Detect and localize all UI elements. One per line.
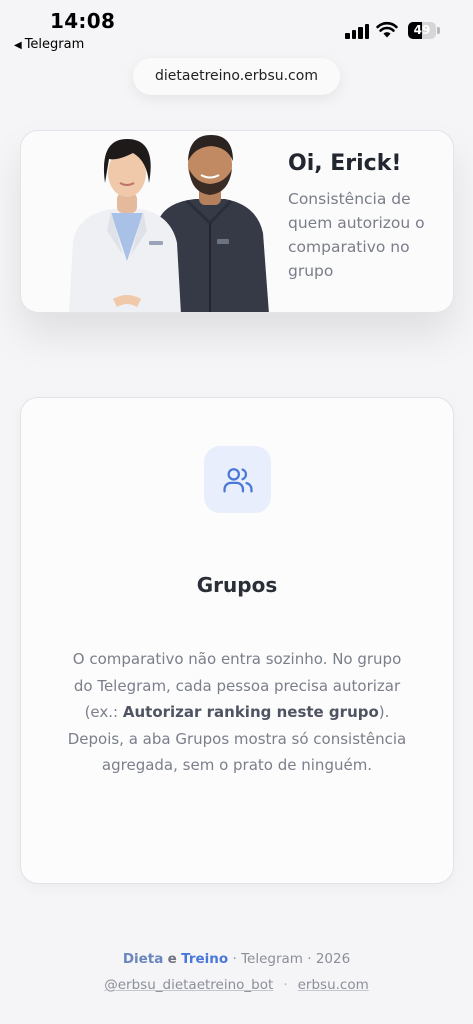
address-bar[interactable]: dietaetreino.erbsu.com <box>133 58 340 95</box>
coaches-illustration <box>69 135 269 312</box>
bot-handle-link[interactable]: @erbsu_dietaetreino_bot <box>104 977 273 993</box>
groups-icon-container <box>204 446 271 513</box>
footer-links: @erbsu_dietaetreino_bot · erbsu.com <box>0 977 473 993</box>
site-link[interactable]: erbsu.com <box>298 977 369 993</box>
footer-dot-separator: · <box>283 977 288 993</box>
brand-e: e <box>167 951 177 967</box>
groups-description: O comparativo não entra sozinho. No grup… <box>65 646 409 779</box>
back-to-telegram-link[interactable]: ◀ Telegram <box>14 37 84 52</box>
wifi-icon <box>376 22 398 38</box>
status-bar: 14:08 ◀ Telegram 49 <box>0 0 473 60</box>
footer-separator: · <box>232 951 237 967</box>
footer-credits: Dieta e Treino · Telegram · 2026 <box>0 951 473 967</box>
users-icon <box>223 468 253 493</box>
status-time: 14:08 <box>50 9 116 33</box>
battery-icon: 49 <box>408 22 440 39</box>
female-doctor-figure <box>69 139 181 312</box>
footer-year: 2026 <box>315 951 351 967</box>
groups-card: Grupos O comparativo não entra sozinho. … <box>20 397 454 884</box>
hero-greeting: Oi, Erick! <box>288 151 402 176</box>
hero-subtitle: Consistência de quem autorizou o compara… <box>288 190 425 280</box>
groups-title: Grupos <box>196 573 278 597</box>
brand-treino: Treino <box>181 951 229 967</box>
authorize-ranking-command: Autorizar ranking neste grupo <box>122 703 379 721</box>
footer-platform: Telegram <box>241 951 303 967</box>
hero-card: Oi, Erick! Consistência de quem autorizo… <box>20 130 454 313</box>
brand-dieta: Dieta <box>122 951 164 967</box>
cellular-signal-icon <box>345 23 371 39</box>
back-label: Telegram <box>24 37 85 52</box>
footer-separator: · <box>307 951 312 967</box>
battery-level: 49 <box>413 23 431 37</box>
screen: 14:08 ◀ Telegram 49 dietaetreino.erbsu.co… <box>0 0 473 1024</box>
back-arrow-icon: ◀ <box>14 40 22 51</box>
